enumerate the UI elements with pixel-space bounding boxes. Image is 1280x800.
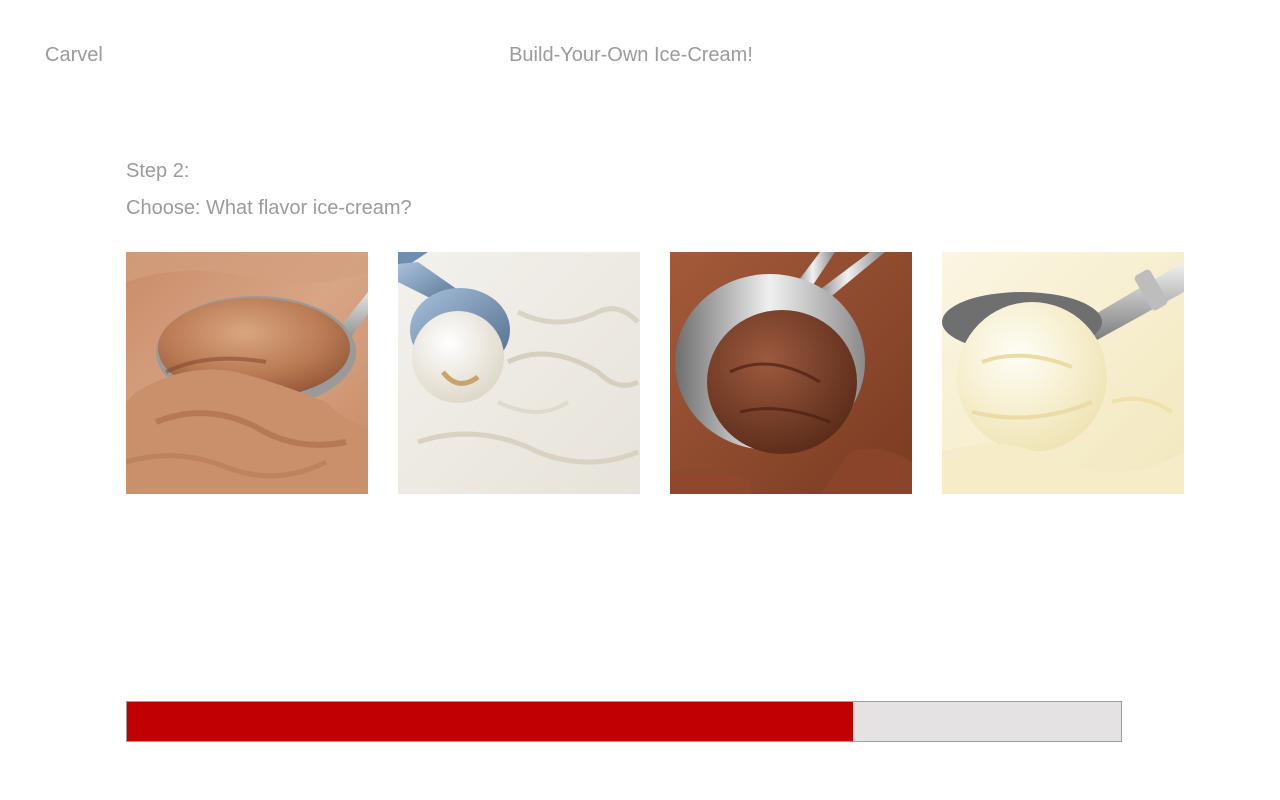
flavor-options bbox=[126, 252, 1184, 494]
flavor-option-dark-chocolate[interactable] bbox=[670, 252, 912, 494]
flavor-option-milk-chocolate[interactable] bbox=[126, 252, 368, 494]
french-vanilla-ice-cream-image bbox=[942, 252, 1184, 494]
flavor-option-vanilla-cream[interactable] bbox=[398, 252, 640, 494]
progress-bar bbox=[126, 701, 1122, 742]
dark-chocolate-ice-cream-image bbox=[670, 252, 912, 494]
step-label: Step 2: bbox=[126, 160, 190, 182]
vanilla-cream-ice-cream-image bbox=[398, 252, 640, 494]
flavor-option-french-vanilla[interactable] bbox=[942, 252, 1184, 494]
milk-chocolate-ice-cream-image bbox=[126, 252, 368, 494]
page-title: Build-Your-Own Ice-Cream! bbox=[509, 44, 753, 66]
step-prompt: Choose: What flavor ice-cream? bbox=[126, 197, 412, 219]
progress-bar-fill bbox=[127, 702, 853, 741]
page: Carvel Build-Your-Own Ice-Cream! Step 2:… bbox=[0, 0, 1280, 800]
